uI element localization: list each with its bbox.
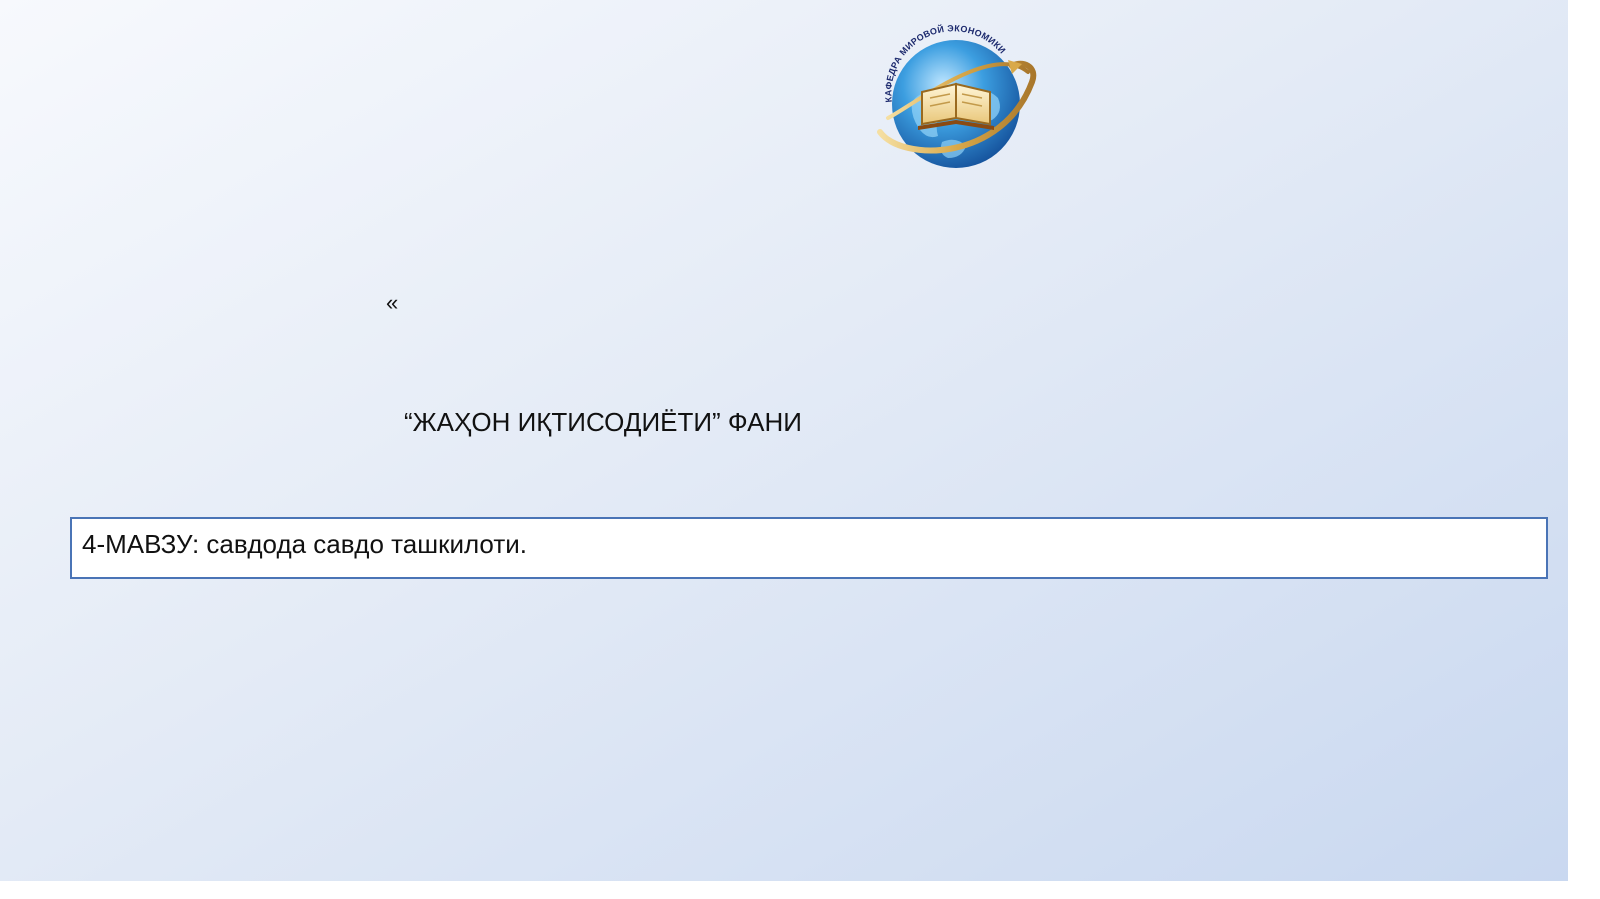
- opening-quote-mark: «: [386, 290, 399, 315]
- topic-title: 4-МАВЗУ: савдода савдо ташкилоти.: [82, 529, 527, 559]
- page-margin-right: [1568, 0, 1600, 899]
- department-logo: КАФЕДРА МИРОВОЙ ЭКОНОМИКИ: [872, 22, 1044, 174]
- page-margin-bottom: [0, 881, 1600, 899]
- subject-title: “ЖАҲОН ИҚТИСОДИЁТИ” ФАНИ: [404, 407, 802, 437]
- slide: КАФЕДРА МИРОВОЙ ЭКОНОМИКИ « “ЖАҲОН ИҚТИС…: [0, 0, 1568, 881]
- topic-text-box[interactable]: 4-МАВЗУ: савдода савдо ташкилоти.: [70, 517, 1548, 579]
- globe-book-icon: КАФЕДРА МИРОВОЙ ЭКОНОМИКИ: [877, 23, 1037, 168]
